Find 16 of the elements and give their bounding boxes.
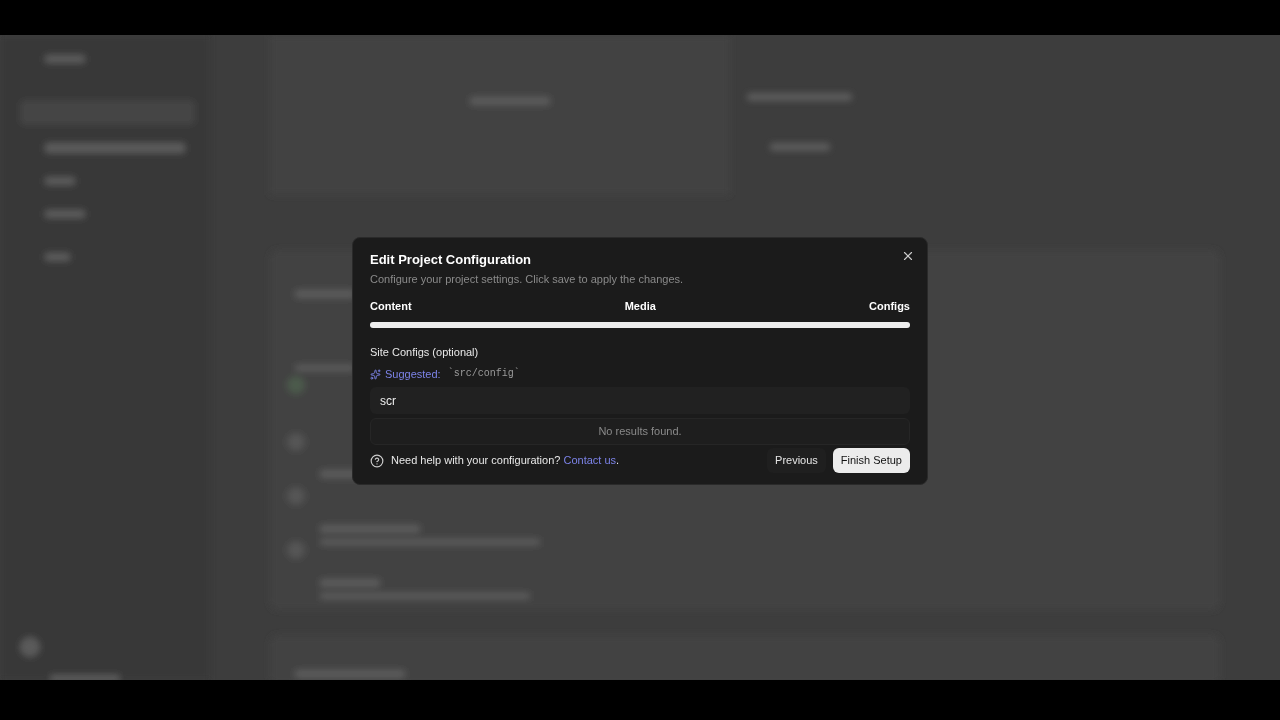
dropdown-message: No results found. [598,424,682,440]
step-label: Configs [869,299,910,313]
footer-button[interactable]: Finish Setup [832,448,910,473]
help-icon [370,453,384,468]
close-icon[interactable] [901,249,915,263]
step-label: Media [624,299,656,313]
dialog-description: Configure your project settings. Click save to apply the changes. [370,272,685,287]
field-label: Site Configs (optional) [370,345,480,359]
input-field[interactable]: scr [370,387,910,414]
help-text: Need help with your configuration? Contact us. [391,453,620,469]
footer-button[interactable]: Previous [767,448,826,473]
dialog-title: Edit Project Configuration [370,251,532,269]
step-label: Content [370,299,412,313]
sparkle-icon [370,368,381,380]
suggestion-value: `src/config` [447,367,520,381]
suggestion-label: Suggested: [385,367,441,381]
